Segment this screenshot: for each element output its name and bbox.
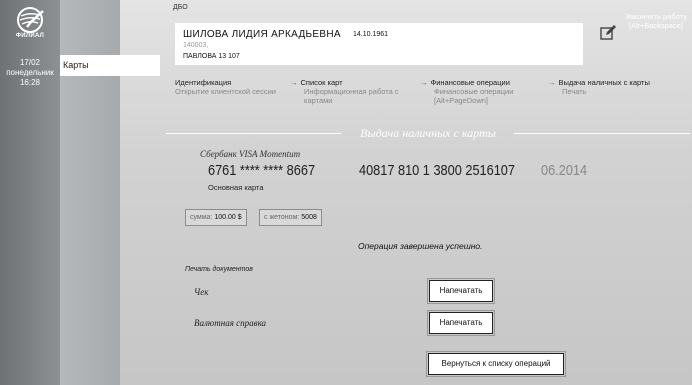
sidebar-item-cards[interactable]: Карты [60,55,160,76]
status-message: Операция завершена успешно. [358,241,483,251]
weekday-label: понедельник [6,68,54,77]
section-divider-right [514,133,690,134]
back-to-operations-button[interactable]: Вернуться к списку операций [426,351,566,377]
logo-text: ФИЛИАЛ [15,33,45,39]
token-label: с жетоном: [264,214,300,221]
client-name: ШИЛОВА ЛИДИЯ АРКАДЬЕВНА [183,29,341,40]
step-subtitle: Информационная работа с картами [304,87,399,105]
token-value: 5008 [301,214,317,221]
step-title: Выдача наличных с карты [558,78,650,87]
print-currency-certificate-button[interactable]: Напечатать [427,310,495,336]
arrow-right-icon: → [420,78,428,87]
step-title: Финансовые операции [430,78,510,87]
step-cash-withdrawal[interactable]: → Выдача наличных с карты Печать [548,78,690,96]
client-zip: 140003, [183,42,209,49]
print-receipt-button[interactable]: Напечатать [427,278,495,304]
arrow-right-icon: → [548,78,556,87]
amount-label: сумма: [190,214,213,221]
client-info-card: ШИЛОВА ЛИДИЯ АРКАДЬЕВНА 14.10.1961 14000… [175,23,583,65]
step-card-list[interactable]: → Список карт Информационная работа с кар… [290,78,412,105]
time-label: 16:28 [19,78,41,87]
step-subtitle: Финансовые операции [Alt+PageDown] [434,87,514,105]
date-label: 17/02 [19,58,41,67]
step-subtitle: Открытие клиентской сессии [175,87,276,96]
breadcrumb: ДБО [173,4,188,11]
left-rail: ФИЛИАЛ 17/02 понедельник 16:28 [0,0,60,385]
amount-badge: сумма: 100.00 $ [185,209,247,226]
amount-value: 100.00 $ [214,214,242,221]
client-dob: 14.10.1961 [353,31,389,38]
arrow-right-icon: → [290,78,298,87]
wizard-steps: Идентификация Открытие клиентской сессии… [175,78,690,118]
step-financial-operations[interactable]: → Финансовые операции Финансовые операции… [420,78,540,105]
card-product-name: Сбербанк VISA Momentum [200,149,301,159]
step-title: Список карт [300,78,343,87]
card-account-number: 40817 810 1 3800 2516107 [359,162,515,179]
doc-label-receipt: Чек [194,287,209,297]
section-title: Выдача наличных с карты [360,126,496,140]
doc-label-currency-certificate: Валютная справка [194,318,267,328]
step-identification[interactable]: Идентификация Открытие клиентской сессии [175,78,285,96]
step-title: Идентификация [175,78,232,87]
edit-icon[interactable] [599,24,617,42]
bank-logo-icon [17,7,44,33]
client-address: ПАВЛОВА 13 107 [183,53,240,60]
print-documents-header: Печать документов [185,266,253,273]
datetime-block: 17/02 понедельник 16:28 [0,58,60,88]
card-type: Основная карта [208,183,264,192]
section-divider-left [166,133,341,134]
token-badge: с жетоном: 5008 [259,209,322,226]
finish-session-button[interactable]: Закончить работу [Alt+Backspace] [622,12,690,30]
step-subtitle: Печать [562,87,587,96]
card-expiry: 06.2014 [541,162,588,179]
card-number: 6761 **** **** 8667 [208,162,316,179]
